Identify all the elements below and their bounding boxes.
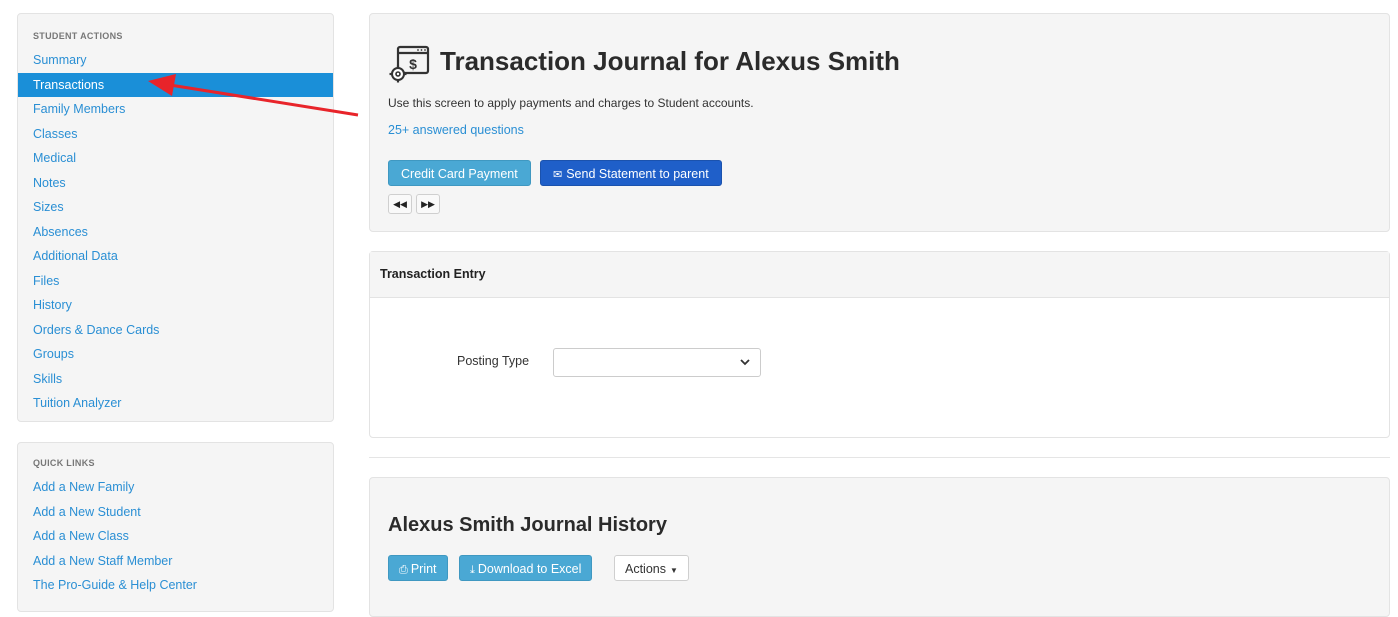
sidebar-item-classes[interactable]: Classes <box>18 122 333 147</box>
previous-student-button[interactable]: ◀◀ <box>388 194 412 214</box>
sidebar-item-groups[interactable]: Groups <box>18 342 333 367</box>
quick-links-list: Add a New Family Add a New Student Add a N… <box>18 475 333 598</box>
send-statement-label: Send Statement to parent <box>566 167 709 181</box>
print-button[interactable]: ⎙ Print <box>388 555 448 581</box>
sidebar-item-notes[interactable]: Notes <box>18 171 333 196</box>
sidebar-item-additional-data[interactable]: Additional Data <box>18 244 333 269</box>
quick-links-heading: QUICK LINKS <box>33 458 95 468</box>
student-actions-panel: STUDENT ACTIONS Summary Transactions Famil… <box>17 13 334 422</box>
transaction-entry-header: Transaction Entry <box>370 252 1389 298</box>
fast-forward-icon: ▶▶ <box>421 199 435 209</box>
download-icon: ⤓ <box>470 564 475 576</box>
quick-links-panel: QUICK LINKS Add a New Family Add a New St… <box>17 442 334 612</box>
caret-down-icon: ▼ <box>670 566 678 575</box>
sidebar-item-absences[interactable]: Absences <box>18 220 333 245</box>
student-actions-heading: STUDENT ACTIONS <box>33 31 123 41</box>
print-label: Print <box>410 562 437 576</box>
next-student-button[interactable]: ▶▶ <box>416 194 440 214</box>
sidebar-item-summary[interactable]: Summary <box>18 48 333 73</box>
section-divider <box>369 457 1390 458</box>
journal-history-title: Alexus Smith Journal History <box>388 514 667 536</box>
quick-link-add-a-new-family[interactable]: Add a New Family <box>18 475 333 500</box>
sidebar-item-medical[interactable]: Medical <box>18 146 333 171</box>
sidebar-item-sizes[interactable]: Sizes <box>18 195 333 220</box>
sidebar-item-orders-and-dance-cards[interactable]: Orders & Dance Cards <box>18 318 333 343</box>
sidebar-item-tuition-analyzer[interactable]: Tuition Analyzer <box>18 391 333 416</box>
download-excel-label: Download to Excel <box>477 562 582 576</box>
sidebar-item-history[interactable]: History <box>18 293 333 318</box>
transaction-entry-title: Transaction Entry <box>380 267 486 281</box>
transaction-settings-icon: $ <box>389 45 430 83</box>
credit-card-payment-button[interactable]: Credit Card Payment <box>388 160 531 186</box>
quick-link-add-a-new-staff-member[interactable]: Add a New Staff Member <box>18 549 333 574</box>
sidebar-item-transactions[interactable]: Transactions <box>18 72 333 97</box>
envelope-icon: ✉ <box>553 169 563 181</box>
posting-type-label: Posting Type <box>457 354 530 368</box>
actions-label: Actions <box>625 562 666 576</box>
actions-dropdown-button[interactable]: Actions ▼ <box>614 555 689 581</box>
page-description: Use this screen to apply payments and ch… <box>388 96 754 110</box>
chevron-down-icon <box>740 359 750 366</box>
quick-link-add-a-new-class[interactable]: Add a New Class <box>18 524 333 549</box>
quick-link-the-pro-guide-and-help-center[interactable]: The Pro-Guide & Help Center <box>18 573 333 598</box>
student-actions-list: Summary Transactions Family Members Classes… <box>18 48 333 416</box>
quick-link-add-a-new-student[interactable]: Add a New Student <box>18 500 333 525</box>
svg-text:$: $ <box>409 56 417 72</box>
sidebar-item-skills[interactable]: Skills <box>18 367 333 392</box>
sidebar-item-family-members[interactable]: Family Members <box>18 97 333 122</box>
send-statement-button[interactable]: ✉ Send Statement to parent <box>540 160 722 186</box>
page-title: Transaction Journal for Alexus Smith <box>440 46 900 76</box>
journal-history-panel: Alexus Smith Journal History ⎙ Print ⤓ Dow… <box>369 477 1390 617</box>
transaction-entry-panel: Transaction Entry Posting Type <box>369 251 1390 438</box>
journal-header-panel: $ Transaction Journal for Alexus Smith U… <box>369 13 1390 232</box>
sidebar-item-files[interactable]: Files <box>18 269 333 294</box>
posting-type-select[interactable] <box>553 348 761 377</box>
fast-backward-icon: ◀◀ <box>393 199 407 209</box>
download-excel-button[interactable]: ⤓ Download to Excel <box>459 555 593 581</box>
faq-link[interactable]: 25+ answered questions <box>388 123 524 137</box>
printer-icon: ⎙ <box>399 564 408 576</box>
